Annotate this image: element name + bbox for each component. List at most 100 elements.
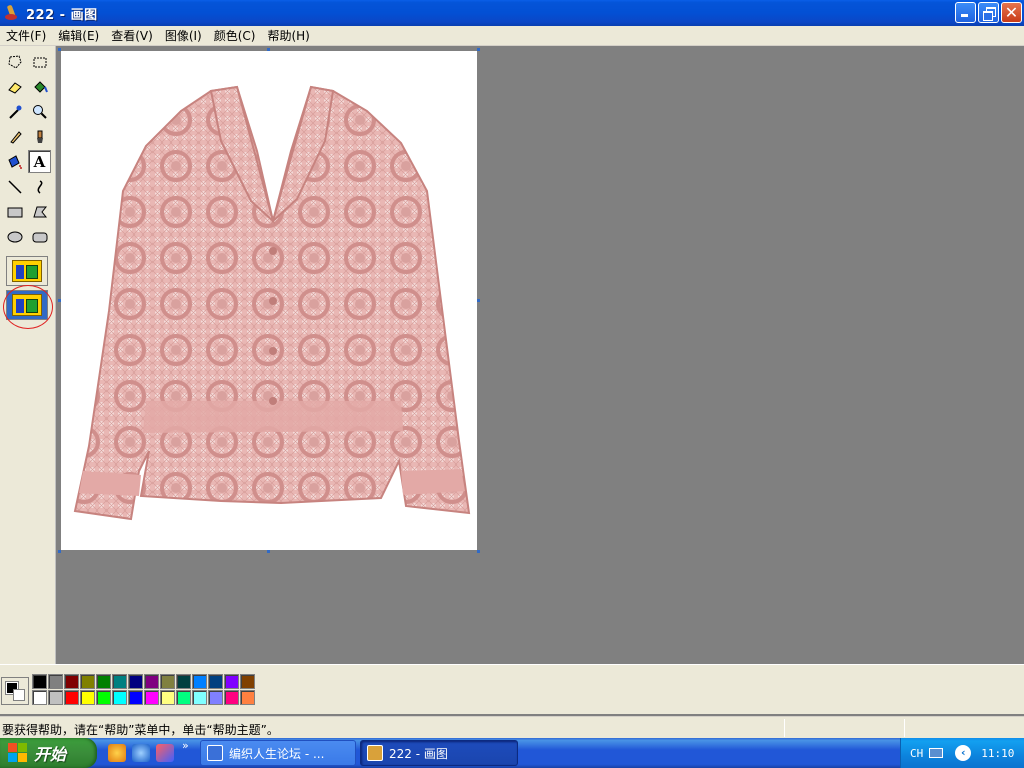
taskbar: 开始 » 编织人生论坛 - ... 222 - 画图 CH ‹ 11:10 (0, 738, 1024, 768)
resize-handle[interactable] (267, 48, 270, 51)
restore-button[interactable] (978, 2, 999, 23)
palette-swatch[interactable] (144, 674, 159, 689)
palette-swatch[interactable] (64, 690, 79, 705)
resize-handle[interactable] (477, 48, 480, 51)
magnifier-icon (32, 104, 47, 119)
rectangle-icon (7, 207, 22, 217)
brush-tool[interactable] (28, 125, 51, 148)
palette-swatch[interactable] (80, 690, 95, 705)
show-hidden-icons-icon[interactable]: ‹ (955, 745, 972, 761)
color-palette (0, 664, 1024, 714)
palette-swatch[interactable] (96, 674, 111, 689)
opaque-background-icon (12, 260, 42, 282)
resize-handle[interactable] (58, 550, 61, 553)
rectangle-tool[interactable] (3, 200, 26, 223)
palette-swatch[interactable] (192, 690, 207, 705)
start-label: 开始 (34, 745, 67, 764)
palette-swatch[interactable] (32, 690, 47, 705)
palette-swatch[interactable] (176, 674, 191, 689)
palette-swatch[interactable] (208, 690, 223, 705)
taskbar-item-forum[interactable]: 编织人生论坛 - ... (200, 740, 356, 766)
palette-swatch[interactable] (160, 690, 175, 705)
title-bar[interactable]: 222 - 画图 ✕ (0, 0, 1024, 26)
minimize-button[interactable] (955, 2, 976, 23)
palette-swatch[interactable] (192, 674, 207, 689)
polygon-tool[interactable] (28, 200, 51, 223)
text-icon: A (33, 152, 46, 171)
palette-swatch[interactable] (128, 690, 143, 705)
windows-flag-icon (8, 743, 28, 763)
status-text: 要获得帮助，请在“帮助”菜单中，单击“帮助主题”。 (2, 723, 279, 737)
menu-colors[interactable]: 颜色(C) (208, 27, 262, 44)
taskbar-item-paint[interactable]: 222 - 画图 (360, 740, 518, 766)
palette-swatch[interactable] (224, 674, 239, 689)
polygon-icon (32, 206, 47, 217)
resize-handle[interactable] (477, 299, 480, 302)
palette-swatch[interactable] (240, 690, 255, 705)
palette-swatch[interactable] (112, 674, 127, 689)
close-button[interactable]: ✕ (1001, 2, 1022, 23)
cardigan-image (73, 85, 471, 521)
airbrush-tool[interactable] (3, 150, 26, 173)
start-button[interactable]: 开始 (0, 738, 97, 768)
opaque-option[interactable] (6, 256, 48, 286)
menu-edit[interactable]: 编辑(E) (52, 27, 105, 44)
menu-view[interactable]: 查看(V) (105, 27, 159, 44)
close-icon: ✕ (1004, 3, 1019, 22)
quicklaunch-tool-icon[interactable] (156, 744, 174, 762)
palette-swatch[interactable] (64, 674, 79, 689)
palette-swatch[interactable] (80, 674, 95, 689)
resize-handle[interactable] (477, 550, 480, 553)
keyboard-icon[interactable] (929, 748, 944, 758)
pencil-tool[interactable] (3, 125, 26, 148)
menu-help[interactable]: 帮助(H) (261, 27, 315, 44)
system-tray: CH ‹ 11:10 (900, 738, 1024, 768)
fill-tool[interactable] (28, 75, 51, 98)
rounded-rect-tool[interactable] (28, 225, 51, 248)
clock[interactable]: 11:10 (981, 747, 1014, 760)
pencil-icon (9, 130, 22, 144)
status-divider (904, 719, 905, 737)
current-colors[interactable] (1, 677, 29, 705)
line-tool[interactable] (3, 175, 26, 198)
palette-swatch[interactable] (112, 690, 127, 705)
quicklaunch-more-icon[interactable]: » (182, 739, 189, 752)
rect-select-icon (33, 57, 46, 67)
magnifier-tool[interactable] (28, 100, 51, 123)
palette-swatch[interactable] (240, 674, 255, 689)
rect-select-tool[interactable] (28, 50, 51, 73)
taskbar-item-label: 222 - 画图 (389, 746, 448, 761)
palette-swatch[interactable] (32, 674, 47, 689)
taskbar-item-label: 编织人生论坛 - ... (229, 746, 325, 761)
image-canvas[interactable] (61, 51, 477, 550)
line-icon (7, 179, 22, 194)
internet-explorer-icon[interactable] (132, 744, 150, 762)
palette-swatch[interactable] (48, 690, 63, 705)
language-indicator[interactable]: CH (910, 747, 923, 760)
palette-swatch[interactable] (208, 674, 223, 689)
palette-swatch[interactable] (48, 674, 63, 689)
quicklaunch-app-icon[interactable] (108, 744, 126, 762)
status-bar: 要获得帮助，请在“帮助”菜单中，单击“帮助主题”。 (0, 716, 1024, 738)
canvas-workspace[interactable] (57, 46, 1024, 664)
pick-color-tool[interactable] (3, 100, 26, 123)
ellipse-tool[interactable] (3, 225, 26, 248)
free-form-select-tool[interactable] (3, 50, 26, 73)
menu-bar: 文件(F) 编辑(E) 查看(V) 图像(I) 颜色(C) 帮助(H) (0, 26, 1024, 46)
free-form-select-icon (7, 54, 22, 69)
palette-swatch[interactable] (224, 690, 239, 705)
palette-swatch[interactable] (128, 674, 143, 689)
palette-swatch[interactable] (96, 690, 111, 705)
menu-file[interactable]: 文件(F) (0, 27, 52, 44)
palette-swatch[interactable] (160, 674, 175, 689)
text-tool[interactable]: A (28, 150, 51, 173)
eraser-tool[interactable] (3, 75, 26, 98)
menu-image[interactable]: 图像(I) (159, 27, 208, 44)
resize-handle[interactable] (267, 550, 270, 553)
resize-handle[interactable] (58, 299, 61, 302)
palette-swatch[interactable] (144, 690, 159, 705)
curve-tool[interactable] (28, 175, 51, 198)
resize-handle[interactable] (58, 48, 61, 51)
ellipse-icon (7, 231, 22, 242)
palette-swatch[interactable] (176, 690, 191, 705)
